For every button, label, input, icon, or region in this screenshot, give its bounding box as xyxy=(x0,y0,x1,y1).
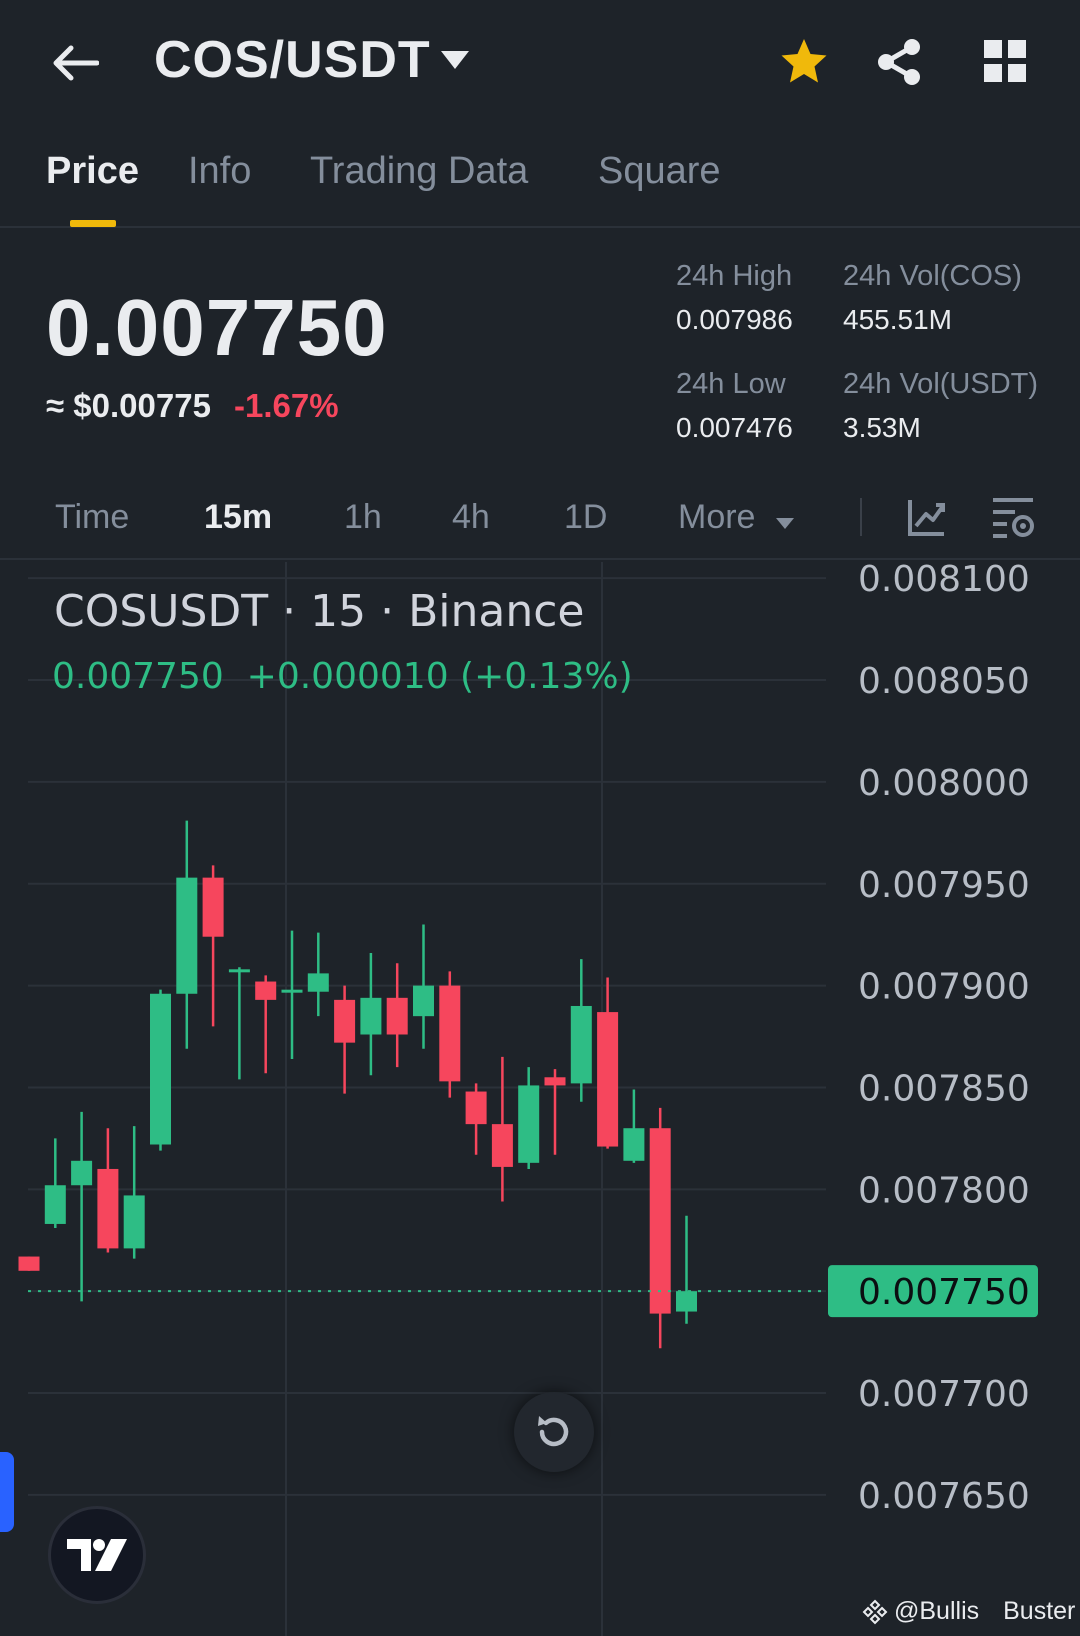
candle-body xyxy=(465,1091,487,1125)
candle-body xyxy=(150,993,171,1145)
legend-price: 0.007750 xyxy=(52,656,224,697)
y-axis-tick-label: 0.007850 xyxy=(858,1068,1030,1109)
y-axis-tick-label: 0.007950 xyxy=(858,865,1030,906)
candle-body xyxy=(623,1128,645,1161)
candle-body xyxy=(97,1168,119,1249)
indicator-icon[interactable] xyxy=(906,496,948,538)
candle-body xyxy=(544,1077,566,1086)
candle-body xyxy=(18,1256,40,1271)
vol-base-label: 24h Vol(COS) xyxy=(843,260,1022,292)
legend-change: +0.000010 (+0.13%) xyxy=(246,656,633,697)
interval-15m[interactable]: 15m xyxy=(204,498,272,537)
candle-body xyxy=(123,1195,145,1249)
candle-body xyxy=(518,1085,540,1163)
candle-body xyxy=(71,1160,93,1186)
interval-more-label: More xyxy=(678,498,756,536)
y-axis-tick-label: 0.008000 xyxy=(858,763,1030,804)
tab-trading-data[interactable]: Trading Data xyxy=(310,150,528,193)
tab-bar: Price Info Trading Data Square xyxy=(0,140,1080,228)
price-change-percent: -1.67% xyxy=(234,387,339,424)
last-price: 0.007750 xyxy=(46,283,388,372)
divider xyxy=(860,498,862,536)
tab-price[interactable]: Price xyxy=(46,150,139,193)
candle-body xyxy=(360,997,382,1035)
vol-quote-value: 3.53M xyxy=(843,412,921,443)
candle-body xyxy=(44,1185,66,1224)
candle-body xyxy=(334,999,356,1043)
reset-chart-icon[interactable] xyxy=(514,1392,594,1472)
caret-down-icon[interactable] xyxy=(440,50,470,75)
price-chart[interactable]: 0.008100 0.008050 0.008000 0.007950 0.007900… xyxy=(0,562,1080,1636)
y-axis-tick-label: 0.007650 xyxy=(858,1476,1030,1517)
interval-more[interactable]: More xyxy=(678,498,795,539)
binance-logo-icon xyxy=(862,1599,888,1624)
low-label: 24h Low xyxy=(676,368,786,400)
top-bar: COS/USDT xyxy=(0,0,1080,125)
y-axis-tick-label: 0.007700 xyxy=(858,1374,1030,1415)
vol-quote-label: 24h Vol(USDT) xyxy=(843,368,1039,400)
tab-square[interactable]: Square xyxy=(598,150,721,193)
chart-legend-title: COSUSDT · 15 · Binance xyxy=(54,586,585,637)
candle-body xyxy=(176,877,198,994)
candle-body xyxy=(281,989,303,993)
watermark-name: Buster xyxy=(1003,1597,1076,1625)
star-icon[interactable] xyxy=(778,36,830,88)
usd-price: ≈ $0.00775 xyxy=(46,387,211,424)
candle-body xyxy=(307,973,329,992)
candle-body xyxy=(439,985,461,1082)
candle-body xyxy=(649,1128,671,1314)
tab-info[interactable]: Info xyxy=(188,150,251,193)
interval-1d[interactable]: 1D xyxy=(564,498,607,537)
candle-body xyxy=(202,877,224,937)
interval-time[interactable]: Time xyxy=(55,498,129,537)
interval-1h[interactable]: 1h xyxy=(344,498,382,537)
y-axis-tick-label: 0.007900 xyxy=(858,967,1030,1008)
candle-body xyxy=(597,1012,619,1147)
interval-4h[interactable]: 4h xyxy=(452,498,490,537)
chart-legend-values: 0.007750 +0.000010 (+0.13%) xyxy=(52,656,633,697)
candle-body xyxy=(570,1005,592,1084)
vol-base-value: 455.51M xyxy=(843,304,952,335)
chart-settings-icon[interactable] xyxy=(990,494,1036,540)
tradingview-logo[interactable] xyxy=(48,1506,146,1604)
candle-body xyxy=(676,1291,697,1312)
low-value: 0.007476 xyxy=(676,412,793,443)
caret-down-icon xyxy=(775,500,795,539)
pair-title[interactable]: COS/USDT xyxy=(154,30,431,90)
interval-bar: Time 15m 1h 4h 1D More xyxy=(0,480,1080,560)
y-axis-tick-label: 0.007800 xyxy=(858,1170,1030,1211)
high-value: 0.007986 xyxy=(676,304,793,335)
back-arrow-icon[interactable] xyxy=(48,36,102,90)
candle-body xyxy=(491,1124,513,1167)
y-axis-tick-label: 0.008100 xyxy=(858,562,1030,600)
share-icon[interactable] xyxy=(874,36,926,88)
grid-icon[interactable] xyxy=(982,38,1028,84)
active-tab-indicator xyxy=(70,220,116,227)
candle-body xyxy=(255,981,277,1000)
candlestick-chart[interactable]: 0.008100 0.008050 0.008000 0.007950 0.007900… xyxy=(0,562,1080,1636)
candle-body xyxy=(386,997,408,1035)
watermark: @Bullis Buster xyxy=(862,1597,1075,1626)
side-panel-toggle[interactable] xyxy=(0,1452,14,1532)
high-label: 24h High xyxy=(676,260,793,292)
y-axis-tick-label: 0.008050 xyxy=(858,661,1030,702)
watermark-handle: @Bullis xyxy=(894,1597,980,1625)
current-price-label: 0.007750 xyxy=(858,1272,1030,1313)
candle-body xyxy=(228,969,250,973)
candle-body xyxy=(413,985,434,1017)
